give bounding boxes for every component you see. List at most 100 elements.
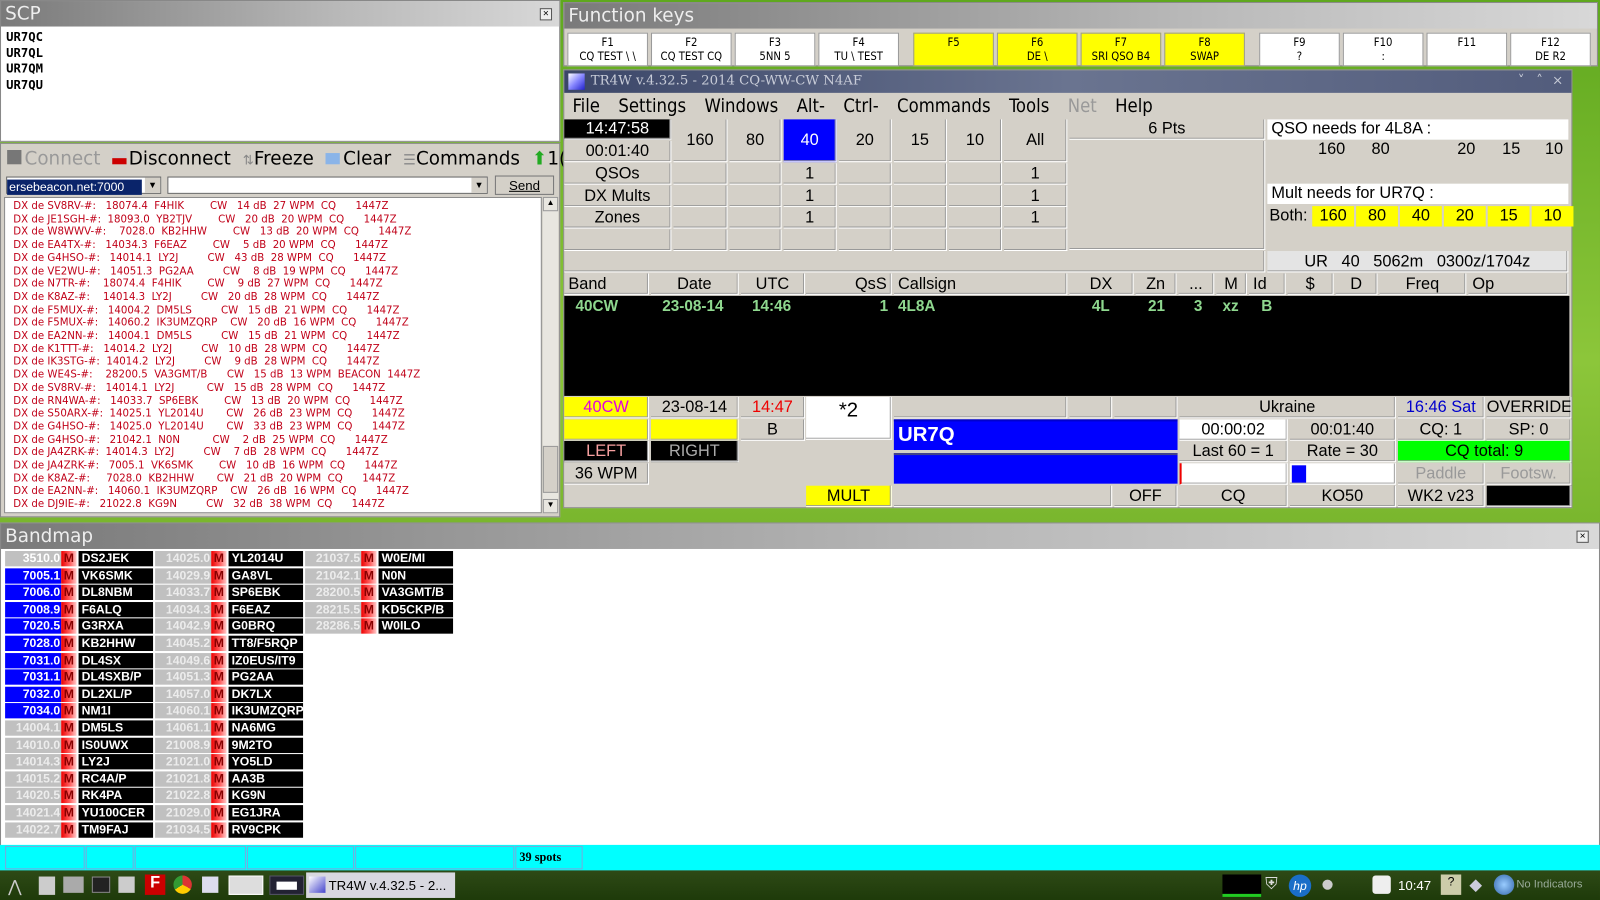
window-icon[interactable] [202,876,219,893]
log-cell-qss[interactable]: 1 [880,298,889,315]
chrome-icon[interactable] [173,875,192,894]
cluster-spot-line[interactable]: DX de DJ9IE-#: 21022.8 KG9N CW 32 dB 38 … [13,499,384,512]
desktop-icon[interactable] [63,876,84,893]
bandmap-spot[interactable]: 14029.9 M GA8VL [155,567,304,584]
hp-icon[interactable]: hp [1288,874,1312,897]
shield-icon[interactable]: ⛨ [1265,876,1277,894]
wpm[interactable]: 36 WPM [564,463,649,485]
bandmap-spot[interactable]: 14042.9 M G0BRQ [155,618,304,635]
cluster-spot-line[interactable]: DX de K8AZ-#: 7028.0 KB2HHW CW 21 dB 20 … [13,473,395,486]
network-icon[interactable]: ◆ [1469,874,1482,894]
function-key-f7[interactable]: F7 SRI QSO B4 [1080,32,1162,67]
bandmap-spot[interactable]: 14060.1 M IK3UMZQRP [155,703,304,719]
cluster-spot-line[interactable]: DX de EA4TX-#: 14034.3 F6EAZ CW 5 dB 20 … [13,240,388,253]
bandmap-spot[interactable]: 21022.8 M KG9N [155,788,304,804]
cluster-spot-line[interactable]: DX de RN4WA-#: 14033.7 SP6EBK CW 13 dB 2… [13,395,402,408]
bandmap-spot[interactable]: 14021.4 M YU100CER [5,805,154,821]
exchange-input[interactable] [893,453,1178,484]
mode[interactable]: CQ [1179,485,1288,508]
cluster-spot-line[interactable]: DX de G4HSO-#: 21042.1 N0N CW 2 dB 25 WP… [13,434,387,447]
cluster-spot-line[interactable]: DX de JA4ZRK-#: 14014.3 LY2J CW 7 dB 28 … [13,447,378,460]
log-header-zn[interactable]: Zn [1135,273,1177,295]
server-select[interactable]: ersebeacon.net:7000 ▼ [6,176,162,195]
update-icon[interactable] [1372,875,1391,894]
commands-button[interactable]: ☰Commands [403,148,520,169]
log-header-freq[interactable]: Freq [1379,273,1467,295]
bandmap-spot[interactable]: 14010.0 M IS0UWX [5,737,154,753]
bandmap-spot[interactable]: 28286.5 M W0ILO [305,618,454,635]
help-icon[interactable]: ? [1440,874,1462,895]
cluster-spot-line[interactable]: DX de G4HSO-#: 14025.0 YL2014U CW 33 dB … [13,421,405,434]
band-15[interactable]: 15 [893,119,947,163]
cluster-spot-line[interactable]: DX de EA2NN-#: 14060.1 IK3UMZQRP CW 26 d… [13,486,409,499]
band-20[interactable]: 20 [838,119,892,163]
bandmap-spot[interactable]: 28215.5 M KD5CKP/B [305,601,454,618]
cluster-spot-line[interactable]: DX de W8WWV-#: 7028.0 KB2HHW CW 13 dB 20… [13,227,411,240]
bandmap-spot[interactable]: 7006.0 M DL8NBM [5,584,154,601]
chevron-down-icon[interactable]: ▼ [144,177,161,193]
bandmap-spot[interactable]: 21034.5 M RV9CPK [155,822,304,838]
function-key-f3[interactable]: F3 5NN 5 [734,32,816,67]
cluster-spot-line[interactable]: DX de G4HSO-#: 14014.1 LY2J CW 43 dB 28 … [13,253,386,266]
bandmap-spot[interactable]: 14045.2 M TT8/F5RQP [155,635,304,652]
log-header-utc[interactable]: UTC [740,273,806,295]
cluster-spot-line[interactable]: DX de F5MUX-#: 14004.2 DM5LS CW 15 dB 21… [13,305,399,318]
cluster-spot-line[interactable]: DX de K8AZ-#: 14014.3 LY2J CW 20 dB 28 W… [13,292,379,305]
bandmap-spot[interactable]: 14049.6 M IZ0EUS/IT9 [155,652,304,668]
bandmap-spot[interactable]: 21021.8 M AA3B [155,771,304,787]
function-key-f6[interactable]: F6 DE \ [996,32,1078,67]
bandmap-spot[interactable]: 14057.0 M DK7LX [155,686,304,702]
bandmap-spot[interactable]: 14033.7 M SP6EBK [155,584,304,601]
log-cell-call[interactable]: 4L8A [898,298,935,315]
status-dot-icon[interactable] [1322,879,1333,890]
menu-net[interactable]: Net [1068,96,1097,117]
bandmap-spot[interactable]: 7031.1 M DL4SXB/P [5,669,154,685]
bandmap-spot[interactable]: 7005.1 M VK6SMK [5,567,154,584]
function-key-f12[interactable]: F12 DE R2 [1510,32,1591,67]
scroll-down-icon[interactable]: ▼ [542,498,559,514]
scp-title-bar[interactable]: SCP [1,1,560,27]
close-icon[interactable]: × [1552,70,1563,92]
connect-button[interactable]: Connect [7,148,100,169]
scroll-up-icon[interactable]: ▲ [542,196,559,212]
log-cell-date[interactable]: 23-08-14 [662,298,723,315]
function-key-f5[interactable]: F5 [913,32,994,67]
log-cell-band[interactable]: 40CW [576,298,619,315]
function-key-f2[interactable]: F2 CQ TEST CQ [651,32,732,67]
band-10[interactable]: 10 [948,119,1003,163]
scp-item[interactable]: UR7QL [6,46,43,62]
log-header-date[interactable]: Date [651,273,739,295]
log-header-id[interactable]: Id [1248,273,1286,295]
bandmap-spot[interactable]: 21042.1 M N0N [305,567,454,584]
function-key-f8[interactable]: F8 SWAP [1164,32,1245,67]
scp-item[interactable]: UR7QC [6,30,43,46]
command-input[interactable]: ▼ [167,176,488,194]
bandmap-spot[interactable]: 21037.5 M W0E/MI [305,551,454,567]
cluster-spot-line[interactable]: DX de JE1SGH-#: 18093.0 YB2TJV CW 20 dB … [13,214,396,227]
menu-commands[interactable]: Commands [897,96,991,117]
log-header-d[interactable]: D [1335,273,1378,295]
cluster-scrollbar[interactable]: ▲ ▼ [542,196,559,514]
cluster-spot-line[interactable]: DX de F5MUX-#: 14060.2 IK3UMZQRP CW 20 d… [13,318,408,331]
bandmap-spot[interactable]: 14014.3 M LY2J [5,754,154,770]
taskbar-clock[interactable]: 10:47 [1398,878,1431,893]
bandmap-spot[interactable]: 3510.0 M DS2JEK [5,551,154,567]
filezilla-icon[interactable]: F [144,874,166,895]
function-key-f1[interactable]: F1 CQ TEST \ \ [567,32,648,67]
cluster-spot-line[interactable]: DX de WE4S-#: 28200.5 VA3GMT/B CW 15 dB … [13,369,420,382]
cluster-spot-line[interactable]: DX de N7TR-#: 18074.4 F4HIK CW 9 dB 27 W… [13,279,382,292]
band-all[interactable]: All [1004,119,1068,163]
files-icon[interactable] [38,876,56,895]
bandmap-spot[interactable]: 14022.7 M TM9FAJ [5,822,154,838]
log-header-callsign[interactable]: Callsign [893,273,1068,295]
bandmap-spot[interactable]: 7028.0 M KB2HHW [5,635,154,652]
right-radio[interactable]: RIGHT [651,440,739,463]
upload-button[interactable]: ⬆1( [532,148,566,169]
bandmap-spot[interactable]: 14004.1 M DM5LS [5,720,154,736]
indicator-globe-icon[interactable] [1493,874,1515,895]
taskbar-tr4w-task[interactable]: TR4W v.4.32.5 - 2... [306,872,456,898]
bandmap-spot[interactable]: 14061.1 M NA6MG [155,720,304,736]
bandmap-spot[interactable]: 14051.3 M PG2AA [155,669,304,685]
main-title-bar[interactable]: TR4W v.4.32.5 - 2014 CQ-WW-CW N4AF ˅ ˄ × [564,70,1572,93]
log-cell-dots[interactable]: 3 [1194,298,1203,315]
